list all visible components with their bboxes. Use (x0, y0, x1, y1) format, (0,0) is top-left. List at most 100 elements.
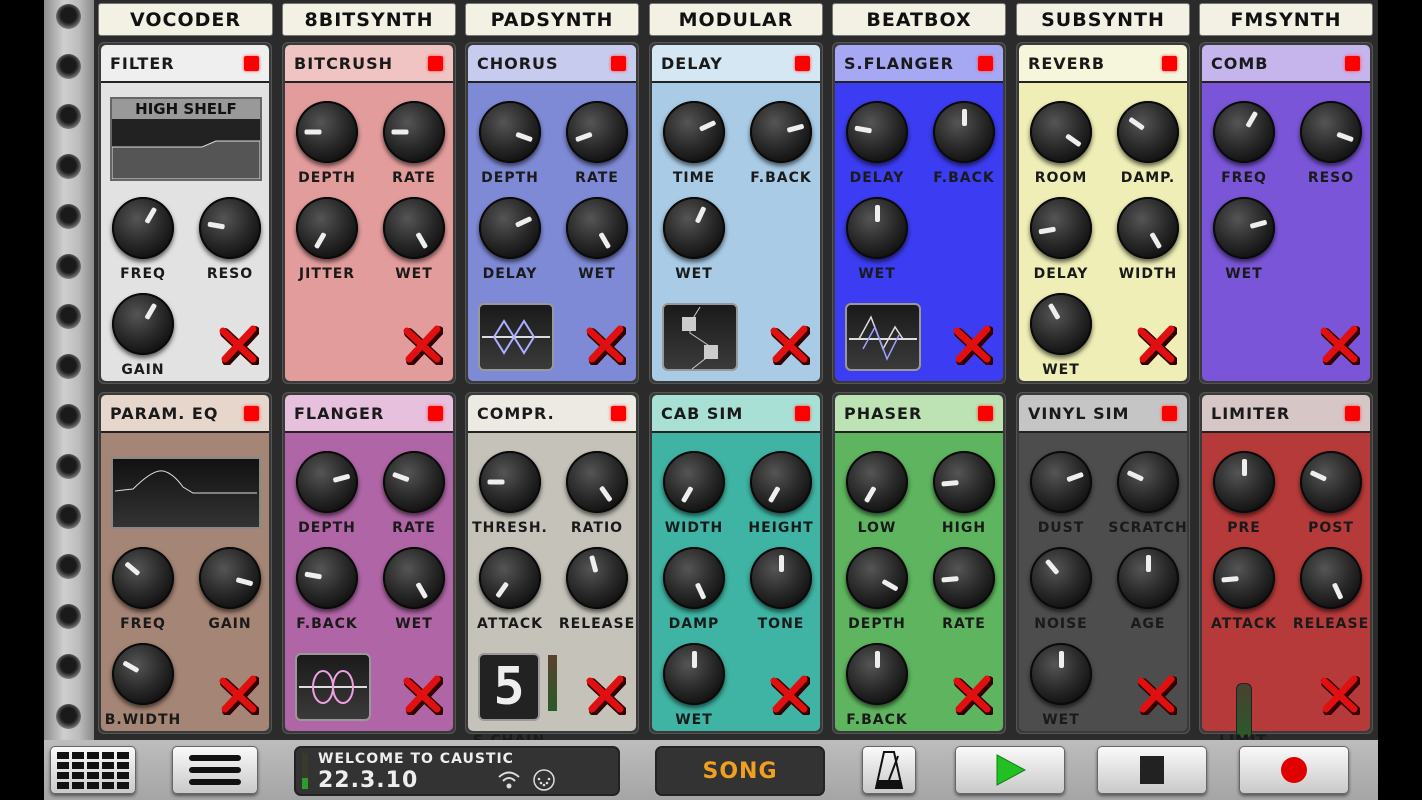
knob-depth[interactable] (296, 451, 358, 513)
filter-type-display[interactable]: HIGH SHELF (110, 97, 262, 181)
instrument-tab-vocoder[interactable]: VOCODER (98, 3, 273, 36)
bypass-led[interactable] (1162, 406, 1177, 421)
knob-dust[interactable] (1030, 451, 1092, 513)
delete-effect-button[interactable] (768, 673, 811, 716)
knob-rate[interactable] (383, 101, 445, 163)
knob-gain[interactable] (199, 547, 261, 609)
delete-effect-button[interactable] (217, 673, 260, 716)
instrument-tab-8bitsynth[interactable]: 8BITSYNTH (282, 3, 456, 36)
instrument-tab-padsynth[interactable]: PADSYNTH (465, 3, 639, 36)
knob-reso[interactable] (1300, 101, 1362, 163)
bypass-led[interactable] (978, 406, 993, 421)
knob-rate[interactable] (566, 101, 628, 163)
knob-fback[interactable] (846, 643, 908, 705)
instrument-tab-subsynth[interactable]: SUBSYNTH (1016, 3, 1190, 36)
play-button[interactable] (955, 746, 1065, 794)
knob-scratch[interactable] (1117, 451, 1179, 513)
effect-mode-display[interactable] (295, 653, 371, 721)
knob-high[interactable] (933, 451, 995, 513)
knob-age[interactable] (1117, 547, 1179, 609)
knob-depth[interactable] (479, 101, 541, 163)
song-mode-button[interactable]: SONG (655, 746, 825, 796)
delete-effect-button[interactable] (1135, 673, 1178, 716)
knob-attack[interactable] (479, 547, 541, 609)
knob-tone[interactable] (750, 547, 812, 609)
knob-depth[interactable] (296, 101, 358, 163)
knob-attack[interactable] (1213, 547, 1275, 609)
knob-noise[interactable] (1030, 547, 1092, 609)
delete-effect-button[interactable] (584, 323, 627, 366)
knob-delay[interactable] (1030, 197, 1092, 259)
instrument-tab-beatbox[interactable]: BEATBOX (832, 3, 1006, 36)
knob-ratio[interactable] (566, 451, 628, 513)
knob-pre[interactable] (1213, 451, 1275, 513)
knob-reso[interactable] (199, 197, 261, 259)
delete-effect-button[interactable] (401, 323, 444, 366)
bypass-led[interactable] (1162, 56, 1177, 71)
bypass-led[interactable] (611, 406, 626, 421)
knob-post[interactable] (1300, 451, 1362, 513)
knob-depth[interactable] (846, 547, 908, 609)
effect-mode-display[interactable]: 5 (478, 653, 557, 721)
knob-damp[interactable] (663, 547, 725, 609)
knob-wet[interactable] (383, 547, 445, 609)
metronome-button[interactable] (862, 746, 916, 794)
delete-effect-button[interactable] (401, 673, 444, 716)
knob-width[interactable] (663, 451, 725, 513)
knob-bwidth[interactable] (112, 643, 174, 705)
delete-effect-button[interactable] (951, 673, 994, 716)
knob-wet[interactable] (383, 197, 445, 259)
knob-gain[interactable] (112, 293, 174, 355)
knob-fback[interactable] (933, 101, 995, 163)
bypass-led[interactable] (244, 406, 259, 421)
bypass-led[interactable] (1345, 406, 1360, 421)
delete-effect-button[interactable] (1318, 323, 1361, 366)
menu-button[interactable] (172, 746, 258, 794)
knob-delay[interactable] (846, 101, 908, 163)
knob-wet[interactable] (846, 197, 908, 259)
eq-curve-display[interactable] (111, 457, 261, 529)
instrument-tab-fmsynth[interactable]: FMSYNTH (1199, 3, 1373, 36)
knob-width[interactable] (1117, 197, 1179, 259)
knob-damp[interactable] (1117, 101, 1179, 163)
knob-low[interactable] (846, 451, 908, 513)
knob-freq[interactable] (1213, 101, 1275, 163)
effect-mode-display[interactable] (478, 303, 554, 371)
knob-wet[interactable] (663, 197, 725, 259)
knob-jitter[interactable] (296, 197, 358, 259)
bypass-led[interactable] (428, 406, 443, 421)
effect-mode-display[interactable] (662, 303, 738, 371)
knob-fback[interactable] (750, 101, 812, 163)
knob-wet[interactable] (1030, 293, 1092, 355)
delete-effect-button[interactable] (1318, 673, 1361, 716)
knob-wet[interactable] (1213, 197, 1275, 259)
knob-delay[interactable] (479, 197, 541, 259)
knob-release[interactable] (1300, 547, 1362, 609)
knob-time[interactable] (663, 101, 725, 163)
knob-freq[interactable] (112, 547, 174, 609)
bypass-led[interactable] (611, 56, 626, 71)
record-button[interactable] (1239, 746, 1349, 794)
delete-effect-button[interactable] (1135, 323, 1178, 366)
knob-rate[interactable] (933, 547, 995, 609)
knob-rate[interactable] (383, 451, 445, 513)
grid-button[interactable] (50, 746, 136, 794)
bypass-led[interactable] (244, 56, 259, 71)
instrument-tab-modular[interactable]: MODULAR (649, 3, 823, 36)
bypass-led[interactable] (795, 56, 810, 71)
knob-room[interactable] (1030, 101, 1092, 163)
delete-effect-button[interactable] (584, 673, 627, 716)
knob-thresh[interactable] (479, 451, 541, 513)
bypass-led[interactable] (428, 56, 443, 71)
bypass-led[interactable] (795, 406, 810, 421)
delete-effect-button[interactable] (217, 323, 260, 366)
delete-effect-button[interactable] (768, 323, 811, 366)
knob-wet[interactable] (1030, 643, 1092, 705)
knob-height[interactable] (750, 451, 812, 513)
stop-button[interactable] (1097, 746, 1207, 794)
effect-mode-display[interactable] (845, 303, 921, 371)
delete-effect-button[interactable] (951, 323, 994, 366)
knob-release[interactable] (566, 547, 628, 609)
knob-wet[interactable] (566, 197, 628, 259)
knob-fback[interactable] (296, 547, 358, 609)
